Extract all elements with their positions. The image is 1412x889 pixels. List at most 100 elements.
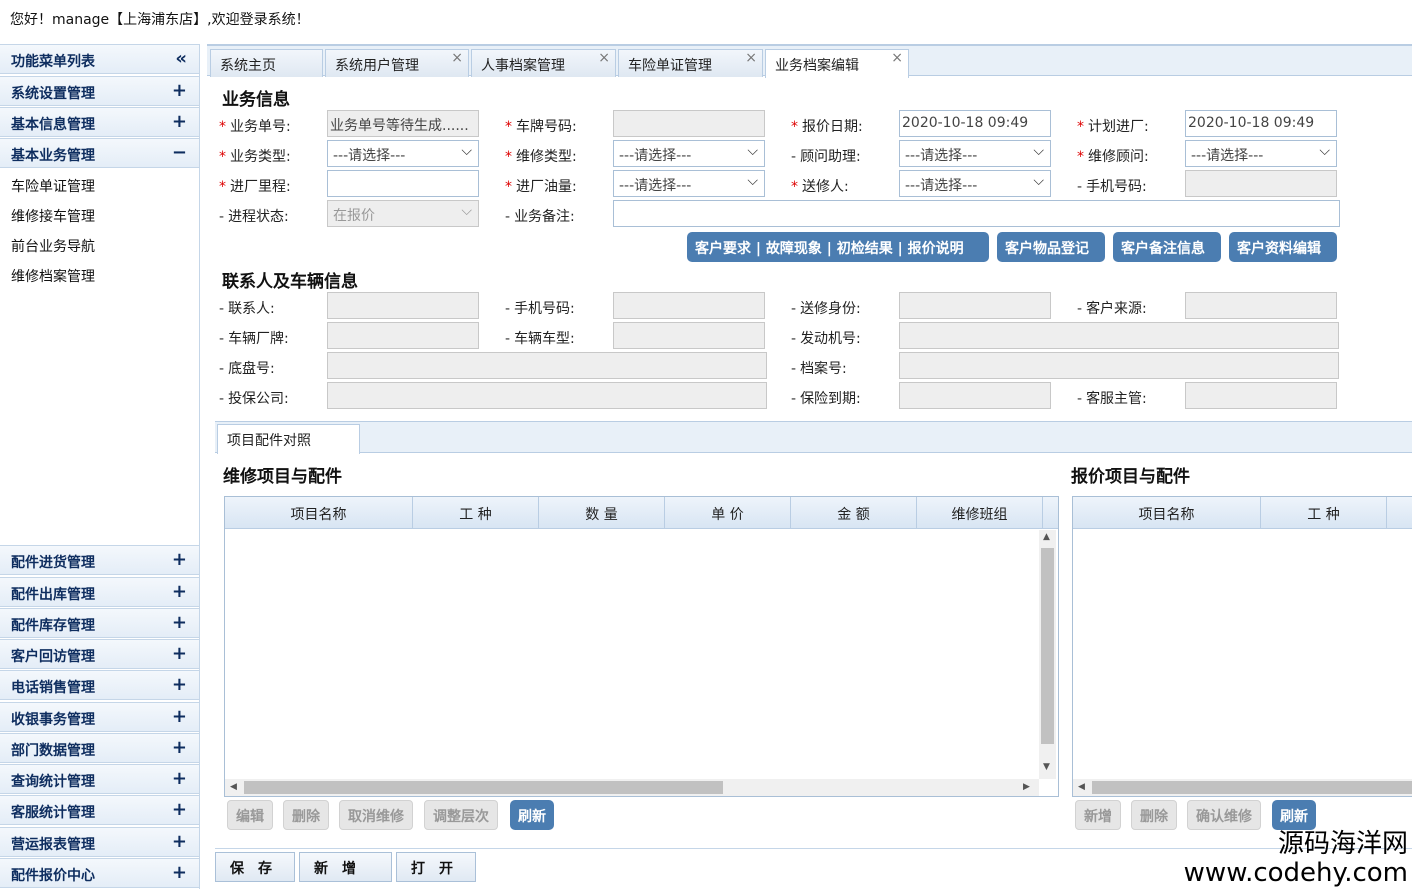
scroll-up-icon[interactable]: ▲ [1043, 532, 1050, 542]
contact-mobile-field[interactable] [613, 292, 765, 319]
collapse-sidebar-icon[interactable]: « [175, 48, 187, 69]
column-header[interactable]: 工 种 [413, 497, 539, 528]
sidebar-group-query-stats[interactable]: 查询统计管理 + [0, 764, 199, 794]
customer-source-field[interactable] [1185, 292, 1337, 319]
adjust-level-button[interactable]: 调整层次 [424, 800, 498, 830]
close-icon[interactable]: × [451, 50, 463, 66]
collapse-icon[interactable]: − [172, 142, 187, 163]
mileage-field[interactable] [327, 170, 479, 197]
expand-icon[interactable]: + [172, 643, 187, 664]
sidebar-item-front-desk-nav[interactable]: 前台业务导航 [11, 236, 95, 256]
tab-project-parts[interactable]: 项目配件对照 [217, 424, 360, 454]
sidebar-item-insurance-docs[interactable]: 车险单证管理 [11, 176, 95, 196]
plan-in-field[interactable]: 2020-10-18 09:49 [1185, 110, 1337, 137]
column-header[interactable]: 项目名称 [1073, 497, 1261, 528]
plate-no-field[interactable] [613, 110, 765, 137]
sidebar-group-system[interactable]: 系统设置管理 + [0, 76, 199, 106]
save-button[interactable]: 保 存 [215, 852, 295, 882]
sidebar-group-basic-business[interactable]: 基本业务管理 − [0, 138, 199, 168]
scroll-left-icon[interactable]: ◀ [1078, 782, 1085, 792]
expand-icon[interactable]: + [172, 549, 187, 570]
sidebar-group-parts-stock[interactable]: 配件库存管理 + [0, 608, 199, 638]
horizontal-scrollbar[interactable]: ◀ ▶ [225, 779, 1039, 796]
chassis-no-field[interactable] [327, 352, 767, 379]
insurer-field[interactable] [327, 382, 767, 409]
service-manager-field[interactable] [1185, 382, 1337, 409]
contact-person-field[interactable] [327, 292, 479, 319]
close-icon[interactable]: × [598, 50, 610, 66]
confirm-repair-button[interactable]: 确认维修 [1187, 800, 1261, 830]
quote-date-field[interactable]: 2020-10-18 09:49 [899, 110, 1051, 137]
vehicle-model-field[interactable] [613, 322, 765, 349]
customer-items-button[interactable]: 客户物品登记 [997, 232, 1105, 262]
expand-icon[interactable]: + [172, 862, 187, 883]
column-header[interactable]: 工 种 [1261, 497, 1387, 528]
expand-icon[interactable]: + [172, 799, 187, 820]
cancel-repair-button[interactable]: 取消维修 [339, 800, 413, 830]
column-header[interactable]: 单 价 [665, 497, 791, 528]
expand-icon[interactable]: + [172, 831, 187, 852]
scroll-thumb[interactable] [1092, 781, 1412, 794]
expand-icon[interactable]: + [172, 737, 187, 758]
delete-button[interactable]: 删除 [283, 800, 329, 830]
horizontal-scrollbar[interactable]: ◀ [1073, 779, 1412, 796]
expand-icon[interactable]: + [172, 612, 187, 633]
scroll-thumb[interactable] [1041, 548, 1054, 744]
advisor-assist-select[interactable]: ---请选择--- ⌵ [899, 140, 1051, 167]
add-button[interactable]: 新增 [1075, 800, 1121, 830]
vehicle-brand-field[interactable] [327, 322, 479, 349]
sidebar-group-parts-outbound[interactable]: 配件出库管理 + [0, 577, 199, 607]
sidebar-group-parts-purchase[interactable]: 配件进货管理 + [0, 545, 199, 575]
progress-select[interactable]: 在报价 ⌵ [327, 200, 479, 227]
delete-quote-button[interactable]: 删除 [1131, 800, 1177, 830]
remark-field[interactable] [613, 200, 1340, 227]
column-header[interactable]: 项目名称 [225, 497, 413, 528]
refresh-button[interactable]: 刷新 [510, 800, 554, 830]
fuel-select[interactable]: ---请选择--- ⌵ [613, 170, 765, 197]
edit-button[interactable]: 编辑 [227, 800, 273, 830]
new-button[interactable]: 新 增 [299, 852, 392, 882]
expand-icon[interactable]: + [172, 706, 187, 727]
open-button[interactable]: 打 开 [396, 852, 476, 882]
vertical-scrollbar[interactable]: ▲ ▼ [1039, 530, 1056, 779]
tab-insurance-docs[interactable]: 车险单证管理 × [618, 49, 763, 77]
sidebar-group-department-data[interactable]: 部门数据管理 + [0, 733, 199, 763]
scroll-thumb[interactable] [244, 781, 723, 794]
close-icon[interactable]: × [745, 50, 757, 66]
expand-icon[interactable]: + [172, 768, 187, 789]
sender-identity-field[interactable] [899, 292, 1051, 319]
column-header[interactable]: 维修班组 [917, 497, 1043, 528]
engine-no-field[interactable] [899, 322, 1339, 349]
refresh-quote-button[interactable]: 刷新 [1272, 800, 1316, 830]
tab-home[interactable]: 系统主页 [210, 49, 323, 77]
sidebar-group-cashier[interactable]: 收银事务管理 + [0, 702, 199, 732]
expand-icon[interactable]: + [172, 80, 187, 101]
sidebar-group-service-stats[interactable]: 客服统计管理 + [0, 795, 199, 825]
tab-hr-archive[interactable]: 人事档案管理 × [471, 49, 616, 77]
repair-type-select[interactable]: ---请选择--- ⌵ [613, 140, 765, 167]
expand-icon[interactable]: + [172, 581, 187, 602]
expand-icon[interactable]: + [172, 674, 187, 695]
column-header[interactable]: 金 额 [791, 497, 917, 528]
sidebar-item-vehicle-reception[interactable]: 维修接车管理 [11, 206, 95, 226]
sidebar-group-phone-sales[interactable]: 电话销售管理 + [0, 670, 199, 700]
column-header[interactable]: 数 量 [539, 497, 665, 528]
customer-profile-button[interactable]: 客户资料编辑 [1229, 232, 1337, 262]
sidebar-group-customer-visit[interactable]: 客户回访管理 + [0, 639, 199, 669]
repair-advisor-select[interactable]: ---请选择--- ⌵ [1185, 140, 1337, 167]
sidebar-item-repair-archive[interactable]: 维修档案管理 [11, 266, 95, 286]
order-no-field[interactable]: 业务单号等待生成...... [327, 110, 479, 137]
scroll-down-icon[interactable]: ▼ [1043, 762, 1050, 772]
mobile-field[interactable] [1185, 170, 1337, 197]
biz-type-select[interactable]: ---请选择--- ⌵ [327, 140, 479, 167]
tab-system-users[interactable]: 系统用户管理 × [325, 49, 469, 77]
tab-business-archive-edit[interactable]: 业务档案编辑 × [765, 49, 909, 78]
archive-no-field[interactable] [899, 352, 1339, 379]
close-icon[interactable]: × [891, 50, 903, 66]
scroll-right-icon[interactable]: ▶ [1023, 782, 1030, 792]
customer-notes-button[interactable]: 客户备注信息 [1113, 232, 1221, 262]
expand-icon[interactable]: + [172, 111, 187, 132]
scroll-left-icon[interactable]: ◀ [230, 782, 237, 792]
sidebar-group-parts-quote-center[interactable]: 配件报价中心 + [0, 858, 199, 888]
insurance-expiry-field[interactable] [899, 382, 1051, 409]
